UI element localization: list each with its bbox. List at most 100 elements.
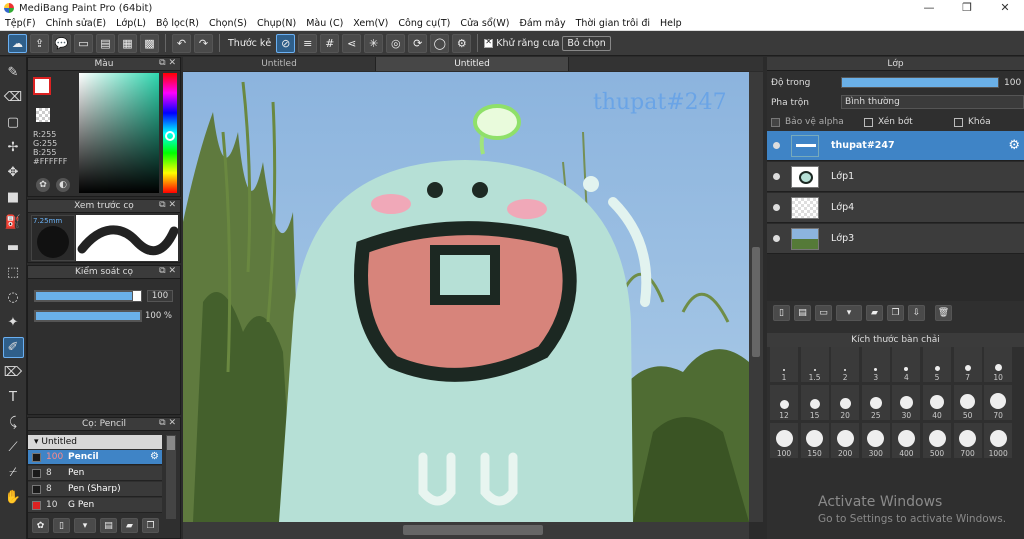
eyedropper-icon[interactable]: ⌿ — [3, 462, 24, 483]
brush-size-slider[interactable] — [34, 290, 142, 302]
select-eraser-icon[interactable]: ⌦ — [3, 362, 24, 383]
hand-icon[interactable]: ✋ — [3, 487, 24, 508]
brush-size-cell[interactable]: 12 — [770, 385, 798, 420]
new-mono-layer-icon[interactable]: ▭ — [815, 305, 832, 321]
comment-icon[interactable]: ▭ — [74, 33, 93, 53]
brush-size-cell[interactable]: 5 — [923, 347, 951, 382]
brush-size-cell[interactable]: 20 — [831, 385, 860, 420]
chat-icon[interactable]: 💬 — [52, 33, 71, 53]
brush-size-cell[interactable]: 70 — [984, 385, 1013, 420]
select-rect-icon[interactable]: ⬚ — [3, 262, 24, 283]
brush-size-cell[interactable]: 50 — [953, 385, 982, 420]
new-halftone-layer-icon[interactable]: ▤ — [794, 305, 811, 321]
brush-size-cell[interactable]: 1 — [770, 347, 798, 382]
eye-icon[interactable] — [773, 173, 780, 180]
menu-select[interactable]: Chọn(S) — [204, 18, 252, 29]
brush-size-cell[interactable]: 3 — [861, 347, 890, 382]
brush-list-item[interactable]: 10 G Pen — [28, 498, 162, 513]
lasso-icon[interactable]: ◌ — [3, 287, 24, 308]
brush-size-cell[interactable]: 100 — [770, 423, 798, 458]
new-layer-icon[interactable]: ▯ — [773, 305, 790, 321]
brush-color-icon[interactable]: ✿ — [32, 518, 49, 533]
layer-row-lop4[interactable]: Lớp4 — [767, 193, 1024, 223]
clipping-checkbox[interactable] — [864, 117, 873, 127]
maximize-button[interactable]: ❐ — [948, 0, 986, 16]
concentric-ruler-icon[interactable]: ◎ — [386, 33, 406, 53]
curve-ruler-icon[interactable]: ⟳ — [408, 33, 428, 53]
brush-list-item[interactable]: 8 Pen — [28, 466, 162, 481]
operation-icon[interactable]: ⤹ — [3, 412, 24, 433]
magic-wand-icon[interactable]: ✦ — [3, 312, 24, 333]
gradient-icon[interactable]: ▬ — [3, 237, 24, 258]
layer-opacity-slider[interactable] — [841, 77, 999, 88]
menu-window[interactable]: Cửa sổ(W) — [455, 18, 514, 29]
brush-size-cell[interactable]: 40 — [923, 385, 951, 420]
layout-icon[interactable]: ▦ — [118, 33, 137, 53]
brush-size-cell[interactable]: 25 — [861, 385, 890, 420]
menu-capture[interactable]: Chụp(N) — [252, 18, 301, 29]
palette-icon[interactable]: ✿ — [36, 178, 50, 192]
panel-close-icon[interactable]: ⧉ ✕ — [159, 58, 176, 68]
cloud-icon[interactable]: ☁ — [8, 33, 27, 53]
layer-row-lop3[interactable]: Lớp3 — [767, 224, 1024, 254]
brush-size-cell[interactable]: 4 — [892, 347, 921, 382]
close-button[interactable]: ✕ — [986, 0, 1024, 16]
menu-filter[interactable]: Bộ lọc(R) — [151, 18, 204, 29]
lock-checkbox[interactable] — [954, 117, 963, 127]
ellipse-ruler-icon[interactable]: ◯ — [430, 33, 450, 53]
fill-shape-icon[interactable]: ■ — [3, 187, 24, 208]
dot-icon[interactable]: ✢ — [3, 137, 24, 158]
brush-icon[interactable]: ✎ — [3, 62, 24, 83]
menu-file[interactable]: Tệp(F) — [0, 18, 41, 29]
brush-size-cell[interactable]: 200 — [831, 423, 860, 458]
tab-untitled-2[interactable]: Untitled — [376, 57, 569, 71]
add-layer-dropdown-icon[interactable]: ▾ — [836, 305, 862, 321]
undo-icon[interactable]: ↶ — [172, 33, 191, 53]
eye-icon[interactable] — [773, 235, 780, 242]
primary-color-swatch[interactable] — [33, 77, 51, 95]
brush-list-item[interactable]: 100 Pencil ⚙ — [28, 450, 162, 465]
ruler-off-icon[interactable]: ⊘ — [276, 33, 296, 53]
brush-size-cell[interactable]: 300 — [861, 423, 890, 458]
new-brush-icon[interactable]: ▯ — [53, 518, 70, 533]
menu-tools[interactable]: Công cụ(T) — [393, 18, 455, 29]
canvas-vertical-scrollbar[interactable] — [749, 72, 763, 522]
brush-size-cell[interactable]: 30 — [892, 385, 921, 420]
minimize-button[interactable]: — — [910, 0, 948, 16]
eye-icon[interactable] — [773, 204, 780, 211]
layer-row-lop1[interactable]: Lớp1 — [767, 162, 1024, 192]
upload-icon[interactable]: ⇪ — [30, 33, 49, 53]
panel-close-icon[interactable]: ⧉ ✕ — [159, 418, 176, 428]
layer-row-thupat[interactable]: thupat#247 ⚙ — [767, 131, 1024, 161]
brush-size-value[interactable]: 100 — [147, 290, 173, 302]
move-icon[interactable]: ✥ — [3, 162, 24, 183]
menu-cloud[interactable]: Đám mây — [514, 18, 570, 29]
canvas-horizontal-scrollbar[interactable] — [183, 522, 749, 539]
brush-size-cell[interactable]: 2 — [831, 347, 860, 382]
duplicate-layer-icon[interactable]: ❐ — [887, 305, 904, 321]
brush-size-cell[interactable]: 400 — [892, 423, 921, 458]
brush-size-cell[interactable]: 7 — [953, 347, 982, 382]
brush-size-cell[interactable]: 150 — [800, 423, 829, 458]
color-history-icon[interactable]: ◐ — [56, 178, 70, 192]
antialias-toggle[interactable]: Khử răng cưa — [484, 37, 559, 49]
merge-layer-icon[interactable]: ⇩ — [908, 305, 925, 321]
redo-icon[interactable]: ↷ — [194, 33, 213, 53]
blend-mode-select[interactable]: Bình thường — [841, 95, 1024, 109]
bucket-icon[interactable]: ⛽ — [3, 212, 24, 233]
menu-layer[interactable]: Lớp(L) — [111, 18, 151, 29]
menu-view[interactable]: Xem(V) — [348, 18, 393, 29]
eraser-icon[interactable]: ⌫ — [3, 87, 24, 108]
brush-list-item[interactable]: 8 Pen (Sharp) — [28, 482, 162, 497]
settings-icon[interactable]: ⚙ — [452, 33, 472, 53]
radial-ruler-icon[interactable]: ✳ — [364, 33, 384, 53]
layer-folder-icon[interactable]: ▰ — [866, 305, 883, 321]
menu-timelapse[interactable]: Thời gian trôi đi — [571, 18, 655, 29]
brush-size-cell[interactable]: 500 — [923, 423, 951, 458]
document-icon[interactable]: ▤ — [96, 33, 115, 53]
vanishing-ruler-icon[interactable]: ⋖ — [342, 33, 362, 53]
panel-close-icon[interactable]: ⧉ ✕ — [159, 266, 176, 276]
brush-size-cell[interactable]: 700 — [953, 423, 982, 458]
menu-edit[interactable]: Chỉnh sửa(E) — [41, 18, 112, 29]
delete-layer-icon[interactable]: 🗑 — [935, 305, 952, 321]
